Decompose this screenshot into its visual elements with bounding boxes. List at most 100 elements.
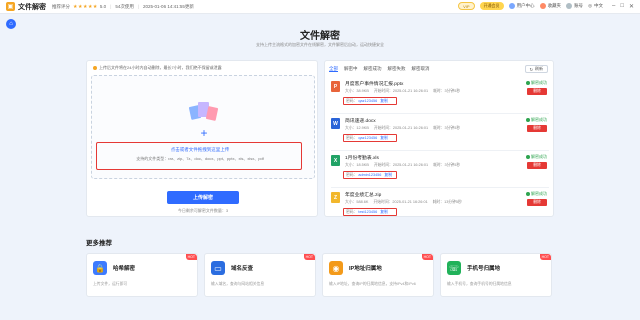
- rating-label: 推荐评分: [52, 3, 70, 9]
- file-start-time: 2025-01-21 16:26:01: [392, 89, 429, 93]
- refresh-button[interactable]: ↻ 刷新: [524, 65, 548, 73]
- upload-tip: 上传后文件将在24小时内自动删除，最长7小时，我们绝不保留或泄露: [93, 65, 222, 71]
- tab-decrypting[interactable]: 解密中: [344, 66, 358, 72]
- app-logo-icon: ▣: [6, 2, 15, 11]
- delete-button[interactable]: 删除: [527, 162, 547, 169]
- copy-password-button[interactable]: 复制: [380, 210, 388, 215]
- recommend-card[interactable]: 🔒 哈希解密 上传文件，运行即可 HOT: [86, 253, 198, 297]
- file-item: X 1月份考勤表.xls 大小：18.5KB 开始时间：2025-01-21 1…: [331, 151, 549, 188]
- upload-click-text[interactable]: 点击或者文件拖拽到这里上传: [97, 147, 303, 153]
- account-menu[interactable]: 账号: [566, 3, 583, 9]
- success-icon: [526, 118, 530, 122]
- upload-hint-box: 点击或者文件拖拽到这里上传 支持的文件类型：rar、zip、7z、doc、doc…: [96, 142, 302, 170]
- file-size: 18.5KB: [356, 163, 369, 167]
- card-title: IP地址归属地: [349, 266, 382, 272]
- window-controls: – □ ✕: [612, 3, 634, 10]
- language-menu[interactable]: ◎ 中文: [588, 3, 603, 9]
- avatar: [566, 3, 573, 9]
- file-list: P 月度客户事件情况汇报.pptx 大小：38.9KB 开始时间：2025-01…: [331, 77, 549, 216]
- refresh-icon: ↻: [529, 66, 533, 72]
- lock-icon: 🔒: [93, 261, 107, 275]
- remaining-count: 今日剩余可解密文件数量：3: [177, 208, 229, 213]
- vip-badge[interactable]: VIP: [458, 2, 475, 10]
- update-time: 2025-01-06 14:41:55更新: [143, 3, 194, 9]
- delete-button[interactable]: 删除: [527, 125, 547, 132]
- file-start-time: 2025-01-21 16:26:01: [392, 126, 429, 130]
- card-description: 上传文件，运行即可: [93, 282, 128, 286]
- tab-failed[interactable]: 解密失败: [388, 66, 406, 72]
- copy-password-button[interactable]: 复制: [384, 173, 392, 178]
- close-icon[interactable]: ✕: [629, 3, 634, 10]
- file-name: 1月份考勤表.xls: [345, 156, 379, 161]
- favorites-icon: [539, 3, 546, 9]
- password-value: qaz123456: [358, 136, 378, 140]
- recommend-card[interactable]: ☏ 手机号归属地 输入手机号，查询手机号的归属地信息 HOT: [440, 253, 552, 297]
- file-dropzone[interactable]: + 点击或者文件拖拽到这里上传 支持的文件类型：rar、zip、7z、doc、d…: [91, 75, 315, 179]
- tab-all[interactable]: 全部: [329, 66, 338, 72]
- success-icon: [526, 155, 530, 159]
- member-button[interactable]: 开通会员: [479, 2, 504, 10]
- copy-password-button[interactable]: 复制: [380, 136, 388, 141]
- files-illustration-icon: [188, 100, 220, 122]
- card-title: 哈希解密: [113, 266, 136, 272]
- hot-badge: HOT: [539, 254, 551, 260]
- topbar-actions: VIP 开通会员 用户中心 收藏夹 账号 ◎ 中文 – □ ✕: [458, 2, 634, 10]
- delete-button[interactable]: 删除: [527, 88, 547, 95]
- brand: ▣ 文件解密: [6, 2, 46, 12]
- file-duration: 13分钟5秒: [444, 200, 462, 204]
- status-badge: 解密成功: [526, 80, 547, 86]
- password-box: 密码： qaz123456 复制: [343, 97, 397, 105]
- file-start-time: 2025-01-21 16:26:01: [392, 200, 428, 204]
- delete-button[interactable]: 删除: [527, 199, 547, 206]
- upload-decrypt-button[interactable]: 上传解密: [167, 191, 239, 204]
- password-value: qaz123456: [358, 99, 378, 103]
- favorites-link[interactable]: 收藏夹: [539, 3, 561, 9]
- recommend-card[interactable]: ▭ 域名反查 输入域名，查询与网站相关信息 HOT: [204, 253, 316, 297]
- card-description: 输入域名，查询与网站相关信息: [211, 282, 265, 286]
- tab-cancelled[interactable]: 解密取消: [412, 66, 430, 72]
- page-title: 文件解密: [300, 31, 340, 42]
- add-file-icon[interactable]: +: [92, 127, 316, 139]
- hot-badge: HOT: [303, 254, 315, 260]
- success-icon: [526, 192, 530, 196]
- file-size: 38.9KB: [356, 89, 369, 93]
- file-name: 简讯速递.docx: [345, 119, 376, 124]
- file-meta: 大小：588.6K 开始时间：2025-01-21 16:26:01 耗时：13…: [345, 200, 462, 204]
- user-center-link[interactable]: 用户中心: [508, 3, 535, 9]
- file-start-time: 2025-01-21 16:26:01: [392, 163, 429, 167]
- status-badge: 解密成功: [526, 154, 547, 160]
- file-meta: 大小：38.9KB 开始时间：2025-01-21 16:26:01 耗时：3分…: [345, 89, 461, 93]
- maximize-icon[interactable]: □: [620, 3, 624, 10]
- file-type-icon: X: [331, 155, 340, 166]
- recommend-card[interactable]: ◉ IP地址归属地 输入IP地址，查询IP的归属地信息，支持IPv4和IPv6 …: [322, 253, 434, 297]
- results-panel: 全部 解密中 解密成功 解密失败 解密取消 ↻ 刷新 P 月度客户事件情况汇报.…: [324, 60, 554, 217]
- file-item: P 月度客户事件情况汇报.pptx 大小：38.9KB 开始时间：2025-01…: [331, 77, 549, 114]
- success-icon: [526, 81, 530, 85]
- hot-badge: HOT: [185, 254, 197, 260]
- file-size: 12.9KB: [356, 126, 369, 130]
- file-item: Z 年度业绩汇总.zip 大小：588.6K 开始时间：2025-01-21 1…: [331, 188, 549, 216]
- supported-types: 支持的文件类型：rar、zip、7z、doc、docx、ppt、pptx、xls…: [136, 156, 264, 161]
- file-item: W 简讯速递.docx 大小：12.9KB 开始时间：2025-01-21 16…: [331, 114, 549, 151]
- copy-password-button[interactable]: 复制: [380, 99, 388, 104]
- file-name: 年度业绩汇总.zip: [345, 193, 382, 198]
- password-value: test123456: [358, 210, 378, 214]
- file-meta: 大小：12.9KB 开始时间：2025-01-21 16:26:01 耗时：3分…: [345, 126, 461, 130]
- card-title: 域名反查: [231, 266, 254, 272]
- minimize-icon[interactable]: –: [612, 3, 615, 10]
- file-duration: 3分钟5秒: [444, 89, 461, 93]
- card-description: 输入手机号，查询手机号的归属地信息: [447, 282, 512, 286]
- location-icon: ◉: [329, 261, 343, 275]
- file-type-icon: W: [331, 118, 340, 129]
- password-box: 密码： test123456 复制: [343, 208, 397, 216]
- app-name: 文件解密: [18, 3, 46, 11]
- status-badge: 解密成功: [526, 191, 547, 197]
- tab-success[interactable]: 解密成功: [364, 66, 382, 72]
- file-meta: 大小：18.5KB 开始时间：2025-01-21 16:26:01 耗时：3分…: [345, 163, 461, 167]
- monitor-icon: ▭: [211, 261, 225, 275]
- status-badge: 解密成功: [526, 117, 547, 123]
- card-description: 输入IP地址，查询IP的归属地信息，支持IPv4和IPv6: [329, 282, 416, 286]
- result-tabs: 全部 解密中 解密成功 解密失败 解密取消: [329, 66, 430, 72]
- page-subtitle: 支持上传主流格式的加密文件在线解密，文件解密后自动，运动快捷安全: [256, 42, 384, 47]
- rating-stars: ★★★★★: [73, 3, 98, 10]
